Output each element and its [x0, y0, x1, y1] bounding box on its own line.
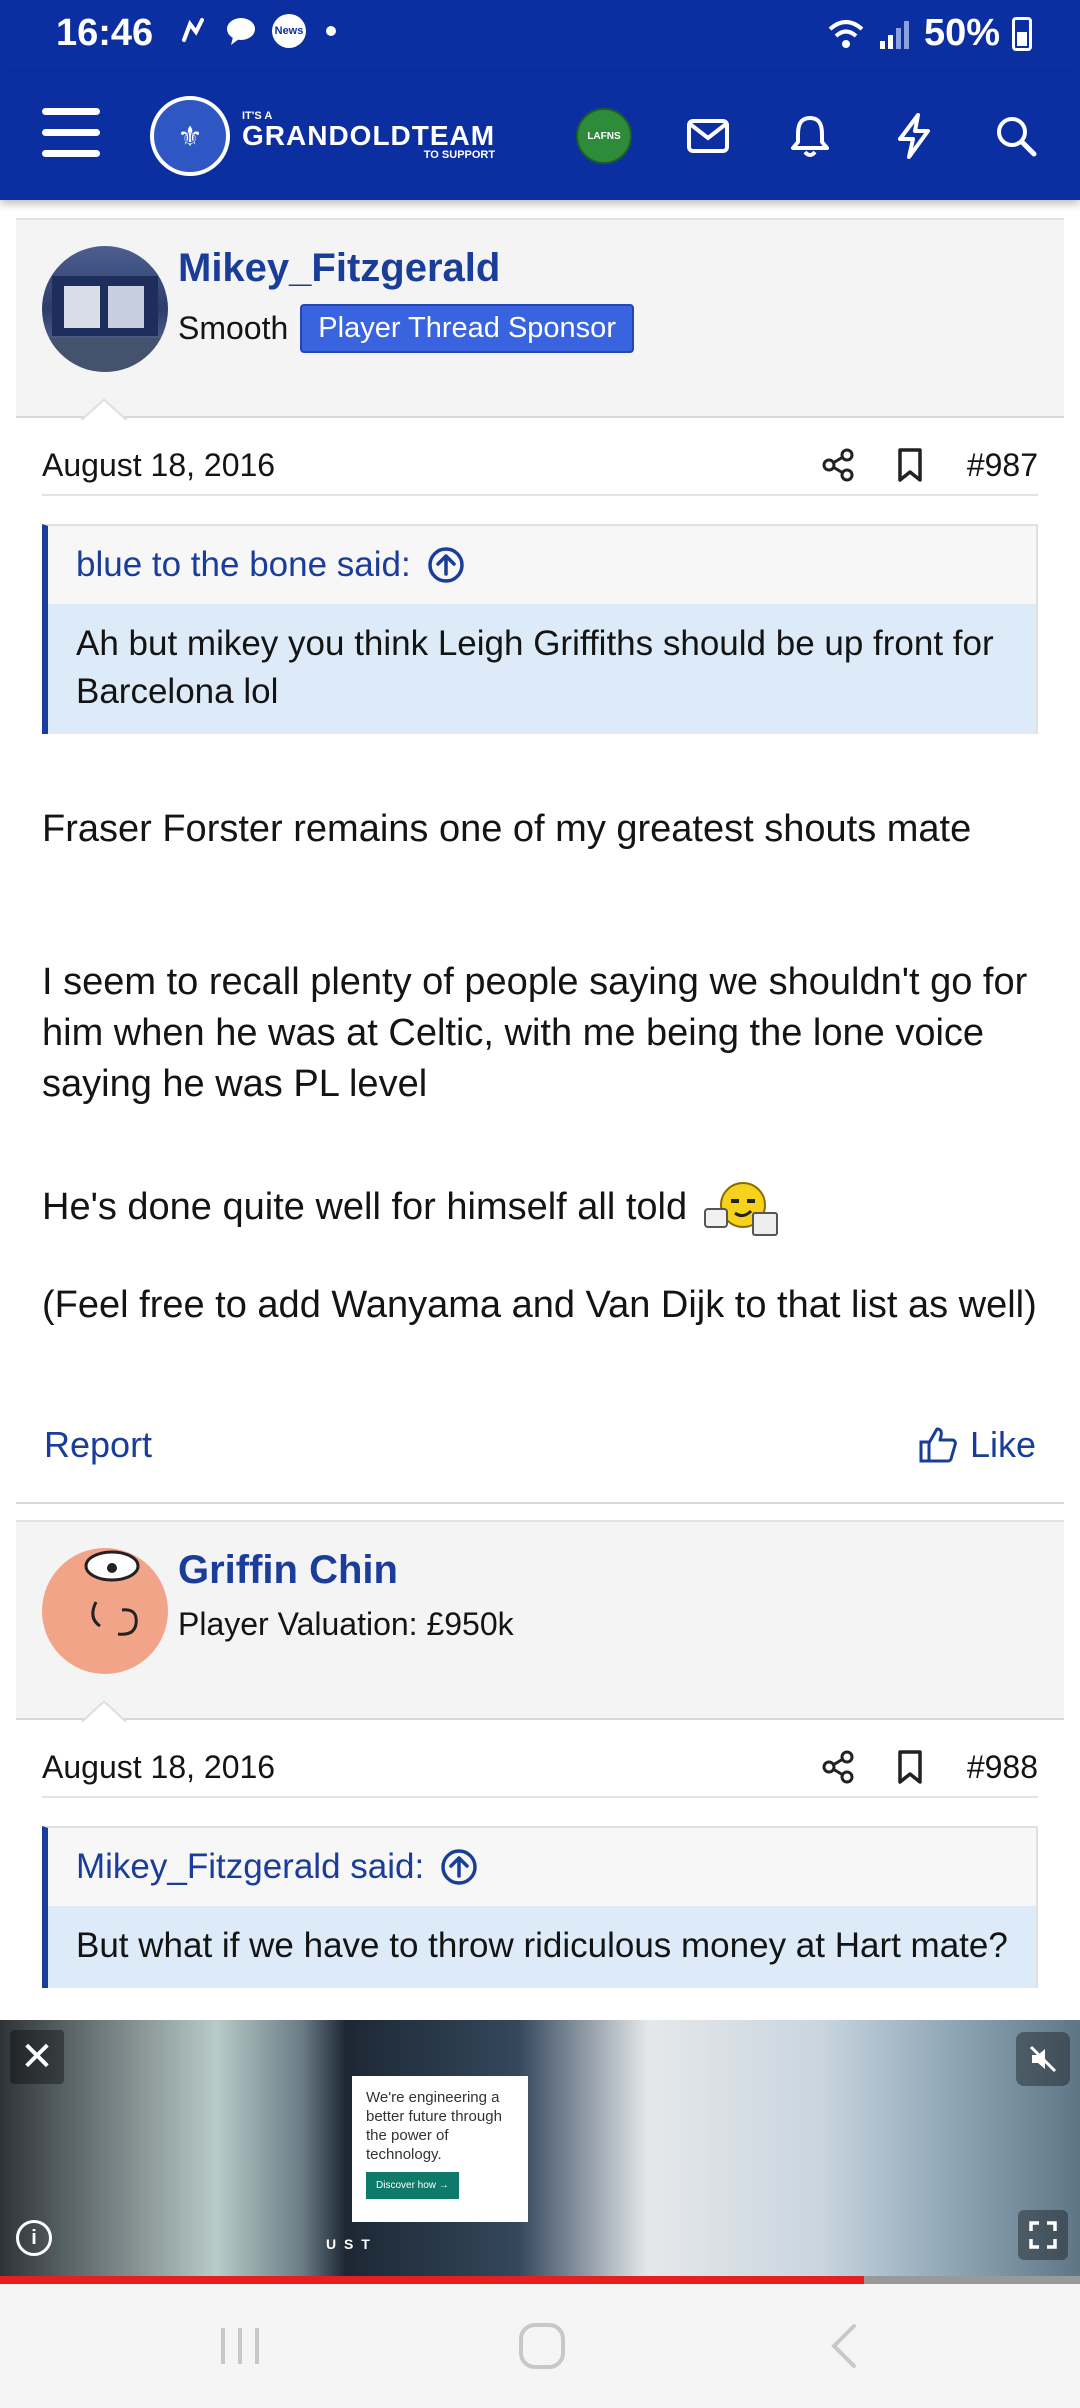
user-avatar[interactable] [42, 246, 168, 372]
notification-icons: News [176, 14, 336, 48]
bell-icon[interactable] [784, 110, 836, 162]
post-number[interactable]: #988 [967, 1749, 1038, 1786]
post-username[interactable]: Griffin Chin [178, 1548, 398, 1593]
inbox-icon[interactable] [682, 110, 734, 162]
post-number[interactable]: #987 [967, 447, 1038, 484]
post-actions: Report Like [42, 1414, 1038, 1474]
fullscreen-icon[interactable] [1018, 2210, 1068, 2260]
close-icon[interactable]: ✕ [10, 2030, 64, 2084]
menu-icon[interactable] [42, 108, 100, 162]
ad-progress-fill [0, 2276, 864, 2284]
post-meta: August 18, 2016 #987 [42, 436, 1038, 496]
logo-main-text: GRANDOLDTEAM [242, 120, 496, 151]
smug-emoji-icon [704, 1182, 779, 1236]
user-title: Player Valuation: £950k [178, 1606, 514, 1642]
user-title: Smooth [178, 310, 289, 346]
video-ad[interactable]: We're engineering a better future throug… [0, 2020, 1080, 2276]
jump-to-quote-icon[interactable] [427, 546, 465, 584]
ad-brand: U S T [326, 2236, 372, 2252]
ad-info-icon[interactable]: i [16, 2220, 52, 2256]
chat-bubble-icon [227, 18, 255, 45]
status-bar: 16:46 News 50% [0, 0, 1080, 72]
post-header-notch [80, 398, 128, 421]
quote-author[interactable]: blue to the bone said: [76, 545, 411, 585]
post-divider [16, 1502, 1064, 1504]
post-user-header [16, 1520, 1064, 1720]
post-body-paragraph: He's done quite well for himself all tol… [42, 1185, 688, 1228]
post-body-paragraph: I seem to recall plenty of people saying… [42, 961, 1028, 1105]
whats-new-bolt-icon[interactable] [888, 110, 940, 162]
status-right: 50% [826, 12, 1032, 55]
home-icon[interactable] [502, 2314, 582, 2378]
thumbs-up-icon [919, 1427, 957, 1463]
jump-to-quote-icon[interactable] [440, 1848, 478, 1886]
logo-bottom-text: TO SUPPORT [423, 149, 496, 161]
user-avatar[interactable] [42, 1548, 168, 1674]
app-header: ⚜ IT'S A GRANDOLDTEAM TO SUPPORT LAFNS [0, 72, 1080, 200]
quote-block: blue to the bone said: Ah but mikey you … [42, 524, 1038, 734]
report-link[interactable]: Report [44, 1424, 152, 1466]
account-avatar[interactable]: LAFNS [576, 108, 632, 164]
battery-icon [1012, 16, 1032, 51]
post-body-paragraph: (Feel free to add Wanyama and Van Dijk t… [42, 1284, 1037, 1326]
quote-text: But what if we have to throw ridiculous … [48, 1906, 1036, 1988]
system-nav-bar [0, 2284, 1080, 2408]
share-icon[interactable] [813, 440, 863, 490]
quote-text: Ah but mikey you think Leigh Griffiths s… [48, 604, 1036, 734]
like-button[interactable]: Like [918, 1424, 1036, 1466]
bookmark-icon[interactable] [885, 440, 935, 490]
wifi-icon [828, 19, 864, 48]
post-body-paragraph: Fraser Forster remains one of my greates… [42, 808, 972, 850]
search-icon[interactable] [990, 110, 1042, 162]
post-date[interactable]: August 18, 2016 [42, 447, 791, 484]
status-time: 16:46 [56, 12, 154, 54]
bookmark-icon[interactable] [885, 1742, 935, 1792]
more-notifications-dot [326, 26, 336, 36]
post-username[interactable]: Mikey_Fitzgerald [178, 246, 500, 291]
crest-icon: ⚜ [150, 96, 230, 176]
share-icon[interactable] [813, 1742, 863, 1792]
post-date[interactable]: August 18, 2016 [42, 1749, 791, 1786]
ad-progress-bar [0, 2276, 1080, 2284]
battery-percent: 50% [923, 12, 1000, 54]
ad-panel[interactable]: We're engineering a better future throug… [352, 2076, 528, 2222]
ad-headline: We're engineering a better future throug… [366, 2089, 502, 2163]
back-icon[interactable] [804, 2314, 884, 2378]
ad-cta-button[interactable]: Discover how → [366, 2172, 459, 2199]
post-header-notch [80, 1700, 128, 1723]
recent-apps-icon[interactable] [200, 2314, 280, 2378]
quote-block: Mikey_Fitzgerald said: But what if we ha… [42, 1826, 1038, 1988]
quote-author[interactable]: Mikey_Fitzgerald said: [76, 1847, 424, 1887]
like-label: Like [969, 1424, 1036, 1465]
post-meta: August 18, 2016 #988 [42, 1738, 1038, 1798]
lottery-hand-icon [182, 18, 204, 42]
user-banner: Player Thread Sponsor [300, 304, 634, 353]
signal-icon [879, 20, 909, 49]
news-icon: News [272, 14, 306, 48]
mute-icon[interactable] [1016, 2032, 1070, 2086]
site-logo[interactable]: ⚜ IT'S A GRANDOLDTEAM TO SUPPORT [150, 96, 495, 176]
